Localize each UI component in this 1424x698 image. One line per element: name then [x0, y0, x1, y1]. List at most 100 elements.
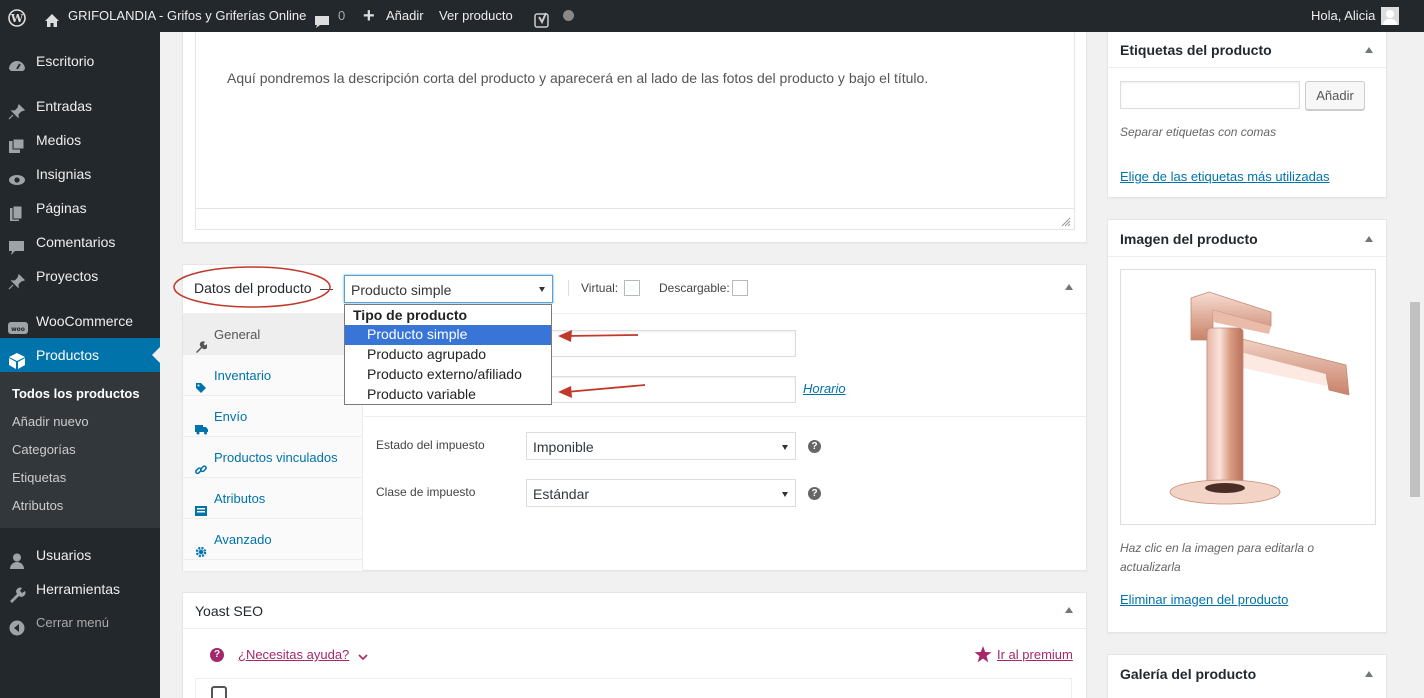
tab-label: Avanzado [214, 532, 272, 547]
menu-label: Cerrar menú [36, 615, 109, 630]
menu-collapse[interactable]: Cerrar menú [0, 606, 160, 640]
menu-label: Productos [36, 347, 100, 363]
add-tag-button[interactable]: Añadir [1305, 81, 1365, 110]
product-gallery-panel: Galería del producto [1107, 654, 1387, 698]
menu-medios[interactable]: Medios [0, 123, 160, 157]
menu-usuarios[interactable]: Usuarios [0, 538, 160, 572]
tax-status-value: Imponible [533, 439, 594, 455]
tab-linked-products[interactable]: Productos vinculados [183, 437, 363, 478]
comments-count[interactable]: 0 [338, 0, 345, 32]
menu-label: Insignias [36, 166, 92, 182]
new-tag-input[interactable] [1120, 81, 1300, 109]
yoast-panel: Yoast SEO ? ¿Necesitas ayuda? Ir al prem… [182, 592, 1087, 698]
star-icon [974, 646, 992, 666]
menu-label: Comentarios [36, 234, 116, 250]
popular-tags-link[interactable]: Elige de las etiquetas más utilizadas [1120, 169, 1330, 184]
menu-comentarios[interactable]: Comentarios [0, 225, 160, 259]
greeting[interactable]: Hola, Alicia [1311, 0, 1375, 32]
wrench-icon [8, 581, 26, 603]
plus-icon[interactable]: + [363, 0, 375, 32]
resize-handle-icon[interactable] [1061, 215, 1071, 230]
tab-advanced[interactable]: Avanzado [183, 519, 363, 560]
comments-icon[interactable] [314, 9, 330, 28]
collapse-icon [8, 615, 26, 636]
submenu-add-new[interactable]: Añadir nuevo [12, 414, 89, 429]
editor-status-bar [196, 208, 1074, 229]
link-icon [195, 451, 207, 475]
tags-hint: Separar etiquetas con comas [1120, 125, 1277, 139]
faucet-image [1169, 291, 1350, 505]
yoast-title: Yoast SEO [195, 603, 263, 619]
menu-dashboard[interactable]: Escritorio [0, 44, 160, 78]
menu-insignias[interactable]: Insignias [0, 157, 160, 191]
downloadable-checkbox[interactable] [732, 280, 748, 296]
menu-productos[interactable]: Productos [0, 338, 160, 372]
short-description-text[interactable]: Aquí pondremos la descripción corta del … [227, 70, 928, 86]
pin-icon [8, 98, 26, 120]
chevron-down-icon [782, 445, 788, 450]
submenu-all-products[interactable]: Todos los productos [12, 386, 140, 401]
tags-divider [1108, 67, 1386, 68]
submenu-categories[interactable]: Categorías [12, 442, 76, 457]
menu-proyectos[interactable]: Proyectos [0, 259, 160, 293]
toggle-panel-arrow-icon[interactable] [1365, 236, 1373, 242]
svg-text:woo: woo [11, 326, 25, 333]
short-description-panel: Aquí pondremos la descripción corta del … [182, 32, 1087, 243]
product-image-title: Imagen del producto [1120, 231, 1258, 247]
add-tag-button-label: Añadir [1316, 88, 1354, 103]
product-image[interactable] [1120, 269, 1376, 525]
yoast-icon[interactable] [534, 8, 550, 28]
menu-label: Proyectos [36, 268, 99, 284]
tax-class-select[interactable]: Estándar [526, 479, 796, 507]
menu-label: Medios [36, 132, 82, 148]
help-circle-icon[interactable]: ? [210, 648, 224, 662]
dashboard-icon [8, 53, 26, 71]
toggle-panel-arrow-icon[interactable] [1365, 671, 1373, 677]
help-icon[interactable]: ? [808, 487, 821, 500]
menu-herramientas[interactable]: Herramientas [0, 572, 160, 606]
premium-link[interactable]: Ir al premium [997, 647, 1073, 662]
home-icon[interactable] [44, 8, 60, 27]
toggle-panel-arrow-icon[interactable] [1065, 607, 1073, 613]
tab-attributes[interactable]: Atributos [183, 478, 363, 519]
menu-paginas[interactable]: Páginas [0, 191, 160, 225]
media-icon [8, 132, 26, 153]
submenu-tags[interactable]: Etiquetas [12, 470, 66, 485]
yoast-tab-icon[interactable] [211, 686, 227, 698]
short-description-editor[interactable]: Aquí pondremos la descripción corta del … [195, 32, 1075, 230]
pin-icon [8, 268, 26, 290]
seo-status-dot-icon[interactable] [563, 10, 574, 22]
chevron-down-icon[interactable] [358, 649, 368, 664]
add-new-link[interactable]: Añadir [386, 0, 424, 32]
toggle-panel-arrow-icon[interactable] [1065, 284, 1073, 290]
eye-icon [8, 166, 26, 185]
yoast-content-box [195, 678, 1072, 698]
site-name-link[interactable]: GRIFOLANDIA - Grifos y Griferías Online [68, 0, 306, 32]
menu-woocommerce[interactable]: woo WooCommerce [0, 304, 160, 338]
annotation-arrow [558, 384, 646, 398]
annotation-arrow [558, 330, 639, 342]
wordpress-logo-icon[interactable]: W [8, 7, 26, 27]
downloadable-label: Descargable: [659, 281, 730, 295]
menu-entradas[interactable]: Entradas [0, 89, 160, 123]
svg-text:W: W [10, 12, 24, 25]
admin-bar: W GRIFOLANDIA - Grifos y Griferías Onlin… [0, 0, 1424, 32]
submenu-attributes[interactable]: Atributos [12, 498, 63, 513]
schedule-link[interactable]: Horario [803, 381, 846, 396]
product-image-panel: Imagen del producto Haz clic en la image… [1107, 219, 1387, 633]
tax-status-select[interactable]: Imponible [526, 432, 796, 460]
toggle-panel-arrow-icon[interactable] [1365, 47, 1373, 53]
yoast-divider [183, 628, 1086, 629]
chevron-down-icon [782, 492, 788, 497]
help-link[interactable]: ¿Necesitas ayuda? [238, 647, 349, 662]
product-tags-panel: Etiquetas del producto Añadir Separar et… [1107, 32, 1387, 198]
scrollbar-thumb[interactable] [1410, 302, 1420, 497]
remove-image-link[interactable]: Eliminar imagen del producto [1120, 592, 1288, 607]
page-scrollbar[interactable] [1407, 32, 1424, 698]
truck-icon [195, 410, 208, 435]
view-product-link[interactable]: Ver producto [439, 0, 513, 32]
gear-icon [195, 533, 207, 558]
avatar[interactable] [1381, 7, 1399, 25]
help-icon[interactable]: ? [808, 440, 821, 453]
current-arrow-icon [152, 347, 160, 363]
